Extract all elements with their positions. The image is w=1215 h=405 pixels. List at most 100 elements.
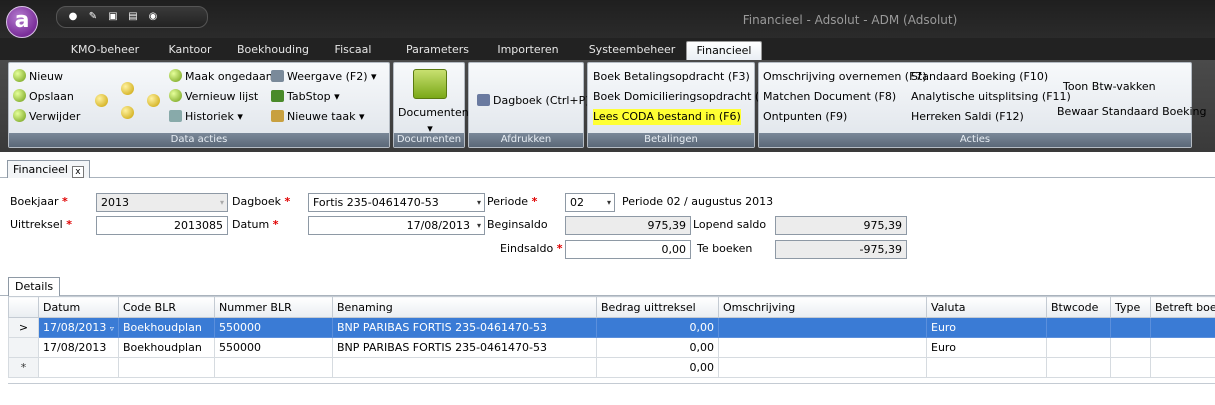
column-header-code-blr[interactable]: Code BLR (118, 296, 215, 318)
analytic-split-button[interactable]: Analytische uitsplitsing (F11) (911, 89, 1071, 105)
cell-benaming[interactable]: BNP PARIBAS FORTIS 235-0461470-53 (332, 317, 597, 338)
cell-betreft[interactable] (1150, 357, 1215, 378)
cell-nummer-blr[interactable]: 550000 (214, 337, 333, 358)
save-standard-booking-button[interactable]: Bewaar Standaard Boeking (1057, 104, 1207, 120)
cell-type[interactable] (1110, 317, 1151, 338)
read-coda-button[interactable]: Lees CODA bestand in (F6) (593, 109, 741, 125)
tab-parameters[interactable]: Parameters (400, 41, 475, 60)
book-direct-debit-button[interactable]: Boek Domicilieringsopdracht (F4) (593, 89, 777, 105)
undo-button[interactable]: Maak ongedaan (169, 69, 273, 85)
book-payment-order-button[interactable]: Boek Betalingsopdracht (F3) (593, 69, 750, 85)
column-header-btwcode[interactable]: Btwcode (1046, 296, 1111, 318)
cell-bedrag[interactable]: 0,00 (596, 317, 719, 338)
cell-betreft[interactable] (1150, 317, 1215, 338)
nav-first-icon[interactable] (95, 94, 108, 107)
column-header-benaming[interactable]: Benaming (332, 296, 597, 318)
unmark-button[interactable]: Ontpunten (F9) (763, 109, 847, 125)
tab-kantoor[interactable]: Kantoor (160, 41, 220, 60)
column-header-valuta[interactable]: Valuta (926, 296, 1047, 318)
match-document-button[interactable]: Matchen Document (F8) (763, 89, 896, 105)
cell-bedrag[interactable]: 0,00 (596, 357, 719, 378)
column-header-bedrag[interactable]: Bedrag uittreksel (596, 296, 719, 318)
save-button[interactable]: Opslaan (13, 89, 74, 105)
cell-datum[interactable]: 17/08/2013 ▿ (38, 317, 119, 338)
calculator-icon[interactable]: ▤ (127, 11, 139, 23)
document-tab-financieel[interactable]: Financieel x (7, 160, 90, 179)
eindsaldo-field[interactable]: 0,00 (565, 240, 691, 259)
cell-betreft[interactable] (1150, 337, 1215, 358)
row-indicator[interactable] (8, 337, 39, 358)
cell-code-blr[interactable]: Boekhoudplan (118, 337, 215, 358)
column-header-datum[interactable]: Datum (38, 296, 119, 318)
recalc-balances-button[interactable]: Herreken Saldi (F12) (911, 109, 1024, 125)
column-header-betreft[interactable]: Betreft boekj (1150, 296, 1215, 318)
cell-code-blr[interactable]: Boekhoudplan (118, 317, 215, 338)
datum-label: Datum * (232, 218, 279, 231)
cell-bedrag[interactable]: 0,00 (596, 337, 719, 358)
cell-benaming[interactable]: BNP PARIBAS FORTIS 235-0461470-53 (332, 337, 597, 358)
user-icon[interactable]: ● (67, 11, 79, 23)
cell-datum[interactable] (38, 357, 119, 378)
column-header-nummer-blr[interactable]: Nummer BLR (214, 296, 333, 318)
save-icon[interactable]: ▣ (107, 11, 119, 23)
cell-type[interactable] (1110, 337, 1151, 358)
chevron-down-icon[interactable]: ▿ (110, 324, 114, 333)
table-row-new[interactable]: * 0,00 (8, 357, 1215, 378)
nav-up-icon[interactable] (121, 82, 134, 95)
column-header-type[interactable]: Type (1110, 296, 1151, 318)
app-logo[interactable]: a (6, 6, 38, 38)
periode-dropdown[interactable]: 02 ▾ (565, 193, 615, 212)
row-indicator[interactable]: > (8, 317, 39, 338)
task-icon (271, 110, 284, 122)
cell-btwcode[interactable] (1046, 317, 1111, 338)
nav-down-icon[interactable] (121, 106, 134, 119)
cell-valuta[interactable]: Euro (926, 337, 1047, 358)
cell-datum[interactable]: 17/08/2013 (38, 337, 119, 358)
cell-valuta[interactable]: Euro (926, 317, 1047, 338)
delete-button[interactable]: Verwijder (13, 109, 80, 125)
copy-description-button[interactable]: Omschrijving overnemen (F7) (763, 69, 927, 85)
cell-omschrijving[interactable] (718, 317, 927, 338)
view-button[interactable]: Weergave (F2) ▾ (271, 69, 377, 85)
show-vat-boxes-button[interactable]: Toon Btw-vakken (1063, 79, 1156, 95)
cell-nummer-blr[interactable]: 550000 (214, 317, 333, 338)
close-icon[interactable]: x (71, 166, 84, 178)
documents-icon[interactable] (413, 69, 447, 99)
periode-description: Periode 02 / augustus 2013 (622, 195, 774, 208)
globe-icon[interactable]: ◉ (147, 11, 159, 23)
tabstop-button[interactable]: TabStop ▾ (271, 89, 340, 105)
cell-btwcode[interactable] (1046, 357, 1111, 378)
tab-details[interactable]: Details (8, 277, 61, 297)
cell-btwcode[interactable] (1046, 337, 1111, 358)
refresh-list-button[interactable]: Vernieuw lijst (169, 89, 258, 105)
cell-omschrijving[interactable] (718, 337, 927, 358)
cell-nummer-blr[interactable] (214, 357, 333, 378)
table-row[interactable]: 17/08/2013 Boekhoudplan 550000 BNP PARIB… (8, 337, 1215, 358)
new-task-button[interactable]: Nieuwe taak ▾ (271, 109, 364, 125)
cell-benaming[interactable] (332, 357, 597, 378)
cell-type[interactable] (1110, 357, 1151, 378)
cell-code-blr[interactable] (118, 357, 215, 378)
cell-omschrijving[interactable] (718, 357, 927, 378)
print-journal-button[interactable]: Dagboek (Ctrl+P) (477, 93, 590, 109)
tools-icon[interactable]: ✎ (87, 11, 99, 23)
tab-financieel[interactable]: Financieel (686, 41, 762, 60)
tab-kmo-beheer[interactable]: KMO-beheer (60, 41, 150, 60)
tab-systeembeheer[interactable]: Systeembeheer (582, 41, 682, 60)
table-row[interactable]: > 17/08/2013 ▿ Boekhoudplan 550000 BNP P… (8, 317, 1215, 338)
tab-boekhouding[interactable]: Boekhouding (228, 41, 318, 60)
tab-fiscaal[interactable]: Fiscaal (328, 41, 378, 60)
standard-booking-button[interactable]: Standaard Boeking (F10) (911, 69, 1048, 85)
group-afdrukken: Dagboek (Ctrl+P) Afdrukken (468, 62, 590, 148)
new-button[interactable]: Nieuw (13, 69, 63, 85)
column-header-omschrijving[interactable]: Omschrijving (718, 296, 927, 318)
uittreksel-field[interactable]: 2013085 (96, 216, 228, 235)
datum-field[interactable]: 17/08/2013 ▾ (308, 216, 485, 235)
new-row-indicator[interactable]: * (8, 357, 39, 378)
tab-importeren[interactable]: Importeren (488, 41, 568, 60)
dagboek-dropdown[interactable]: Fortis 235-0461470-53 ▾ (308, 193, 485, 212)
history-button[interactable]: Historiek ▾ (169, 109, 243, 125)
nav-last-icon[interactable] (147, 94, 160, 107)
cell-valuta[interactable] (926, 357, 1047, 378)
boekjaar-field[interactable]: 2013 ▾ (96, 193, 228, 212)
